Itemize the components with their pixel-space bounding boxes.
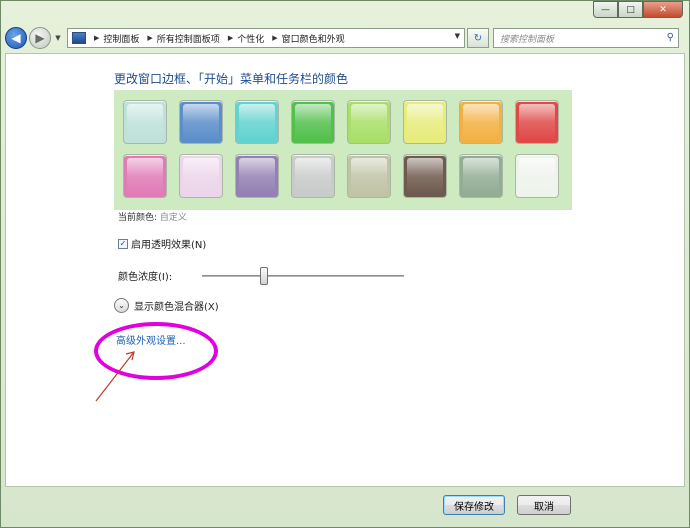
color-swatch[interactable]	[235, 154, 279, 198]
color-swatch[interactable]	[459, 154, 503, 198]
chevron-down-icon: ▼	[55, 34, 61, 42]
current-color-value: 自定义	[159, 213, 187, 223]
transparency-option[interactable]: ✓ 启用透明效果(N)	[118, 236, 206, 251]
address-dropdown-icon[interactable]: ▼	[455, 32, 460, 40]
chevron-right-icon[interactable]: ▶	[272, 34, 277, 42]
color-swatch[interactable]	[179, 154, 223, 198]
control-panel-icon	[72, 32, 86, 44]
search-input[interactable]: 搜索控制面板 ⚲	[493, 28, 679, 48]
color-swatch[interactable]	[347, 100, 391, 144]
cancel-button[interactable]: 取消	[517, 495, 571, 515]
back-arrow-icon: ◀	[11, 31, 21, 45]
current-color-label: 当前颜色: 自定义	[118, 210, 187, 223]
color-swatch[interactable]	[291, 154, 335, 198]
color-swatch-panel	[114, 90, 572, 210]
close-icon: ✕	[659, 4, 667, 15]
forward-arrow-icon: ▶	[35, 31, 45, 45]
color-swatch[interactable]	[403, 154, 447, 198]
breadcrumb-all-items[interactable]: 所有控制面板项	[157, 32, 220, 45]
chevron-right-icon: ▶	[94, 34, 100, 42]
recent-pages-dropdown[interactable]: ▼	[53, 34, 63, 42]
save-changes-button[interactable]: 保存修改	[443, 495, 505, 515]
chevron-right-icon[interactable]: ▶	[147, 34, 152, 42]
refresh-button[interactable]: ↻	[467, 28, 489, 48]
transparency-checkbox[interactable]: ✓	[118, 238, 128, 249]
breadcrumb-personalization[interactable]: 个性化	[237, 32, 264, 45]
color-swatch[interactable]	[347, 154, 391, 198]
color-swatch[interactable]	[123, 100, 167, 144]
color-swatch[interactable]	[515, 100, 559, 144]
color-swatch[interactable]	[291, 100, 335, 144]
refresh-icon: ↻	[473, 32, 483, 44]
caption-buttons: — □ ✕	[593, 1, 683, 18]
control-panel-window: — □ ✕ ◀ ▶ ▼ ▶ 控制面板 ▶ 所有控制面板项 ▶ 个性化 ▶ 窗口颜…	[0, 0, 690, 528]
close-button[interactable]: ✕	[643, 1, 683, 18]
color-swatch[interactable]	[235, 100, 279, 144]
navigation-bar: ◀ ▶ ▼ ▶ 控制面板 ▶ 所有控制面板项 ▶ 个性化 ▶ 窗口颜色和外观 ▼…	[5, 25, 685, 51]
content-pane: 更改窗口边框、「开始」菜单和任务栏的颜色 当前颜色: 自定义 ✓ 启用透明效果(…	[5, 53, 685, 487]
intensity-label: 颜色浓度(I):	[118, 272, 173, 283]
color-swatch[interactable]	[515, 154, 559, 198]
maximize-button[interactable]: □	[618, 1, 643, 18]
address-bar[interactable]: ▶ 控制面板 ▶ 所有控制面板项 ▶ 个性化 ▶ 窗口颜色和外观 ▼	[67, 28, 465, 48]
intensity-row: 颜色浓度(I):	[118, 266, 405, 285]
mixer-label: 显示颜色混合器(X)	[134, 302, 219, 313]
checkmark-icon: ✓	[119, 239, 127, 248]
search-icon[interactable]: ⚲	[667, 32, 674, 43]
chevron-down-icon[interactable]: ⌄	[114, 298, 129, 313]
annotation-arrow	[95, 351, 135, 402]
color-swatch[interactable]	[123, 154, 167, 198]
page-title: 更改窗口边框、「开始」菜单和任务栏的颜色	[114, 72, 349, 86]
intensity-slider-thumb[interactable]	[260, 266, 269, 285]
color-mixer-toggle[interactable]: ⌄ 显示颜色混合器(X)	[114, 298, 219, 313]
intensity-slider[interactable]	[202, 266, 405, 285]
maximize-icon: □	[626, 4, 635, 15]
current-color-caption: 当前颜色:	[118, 213, 158, 223]
breadcrumb-window-color[interactable]: 窗口颜色和外观	[282, 32, 345, 45]
color-swatch[interactable]	[403, 100, 447, 144]
dialog-button-bar: 保存修改 取消	[5, 487, 685, 523]
forward-button[interactable]: ▶	[29, 27, 51, 49]
back-button[interactable]: ◀	[5, 27, 27, 49]
chevron-right-icon[interactable]: ▶	[228, 34, 233, 42]
search-placeholder: 搜索控制面板	[500, 34, 555, 45]
transparency-label: 启用透明效果(N)	[131, 240, 207, 251]
breadcrumb-control-panel[interactable]: 控制面板	[103, 32, 139, 45]
color-swatch[interactable]	[179, 100, 223, 144]
minimize-icon: —	[601, 4, 610, 15]
minimize-button[interactable]: —	[593, 1, 618, 18]
color-swatch[interactable]	[459, 100, 503, 144]
